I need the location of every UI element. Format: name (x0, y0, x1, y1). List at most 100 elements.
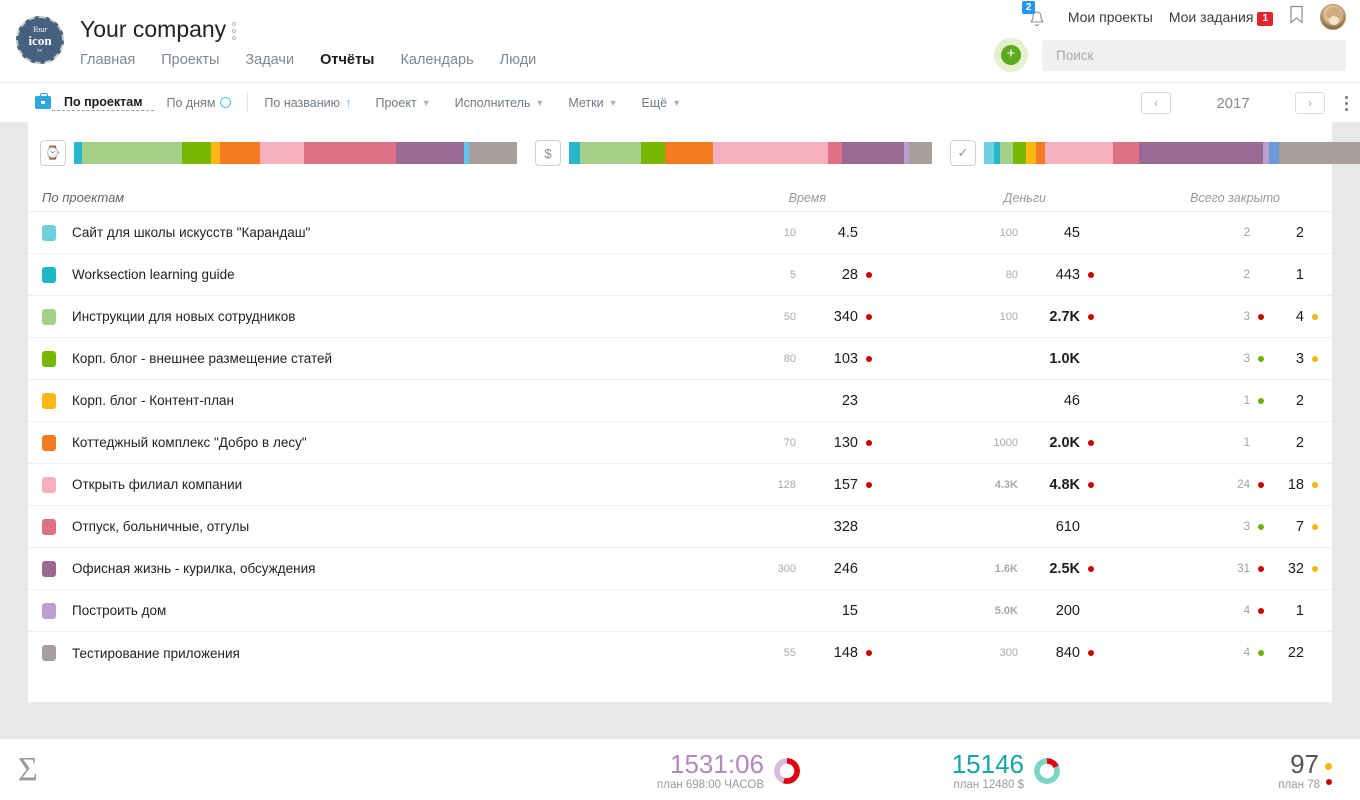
bar-segment[interactable] (641, 142, 665, 164)
add-button[interactable]: + (994, 38, 1028, 72)
filter-tags[interactable]: Метки ▼ (556, 96, 629, 110)
closed-plan: 3 (1214, 311, 1250, 323)
header-right-cluster: 2 Мои проекты Мои задания1 (1026, 4, 1346, 30)
closed-status-dot (1312, 566, 1318, 572)
closed-value: 7 (1264, 519, 1304, 535)
table-row[interactable]: Коттеджный комплекс "Добро в лесу"701301… (28, 422, 1332, 464)
project-name[interactable]: Корп. блог - внешнее размещение статей (72, 351, 672, 366)
bookmark-icon[interactable] (1289, 5, 1304, 30)
project-name[interactable]: Корп. блог - Контент-план (72, 393, 672, 408)
money-value: 200 (1018, 603, 1080, 619)
time-value: 23 (796, 393, 858, 409)
bar-segment[interactable] (74, 142, 82, 164)
bar-segment[interactable] (469, 142, 517, 164)
clock-icon[interactable]: ⌚ (40, 140, 66, 166)
table-header: По проектам Время Деньги Всего закрыто (28, 180, 1332, 212)
nav-item-4[interactable]: Календарь (400, 52, 473, 68)
cell-money: 1002.7K (872, 309, 1094, 325)
bar-segment[interactable] (260, 142, 304, 164)
bar-segment[interactable] (1279, 142, 1360, 164)
project-color-swatch (42, 351, 56, 367)
bar-segment[interactable] (828, 142, 842, 164)
bar-segment[interactable] (909, 142, 932, 164)
bar-segment[interactable] (1026, 142, 1036, 164)
nav-item-1[interactable]: Проекты (161, 52, 219, 68)
filter-more[interactable]: Ещё ▼ (630, 96, 694, 110)
project-name[interactable]: Сайт для школы искусств "Карандаш" (72, 225, 672, 240)
bar-segment[interactable] (1045, 142, 1113, 164)
my-projects-link[interactable]: Мои проекты (1068, 9, 1153, 25)
table-row[interactable]: Корп. блог - Контент-план234612 (28, 380, 1332, 422)
bar-segment[interactable] (569, 142, 580, 164)
project-name[interactable]: Инструкции для новых сотрудников (72, 309, 672, 324)
nav-item-3[interactable]: Отчёты (320, 52, 374, 68)
stat-plan-text: план 12480 $ (954, 779, 1024, 791)
bar-segment[interactable] (182, 142, 211, 164)
time-plan: 128 (716, 479, 796, 491)
bar-segment[interactable] (713, 142, 828, 164)
table-row[interactable]: Тестирование приложения55148300840422 (28, 632, 1332, 674)
bar-segment[interactable] (211, 142, 220, 164)
project-color-swatch (42, 393, 56, 409)
search-input[interactable] (1042, 40, 1346, 71)
bar-segment[interactable] (984, 142, 994, 164)
table-row[interactable]: Инструкции для новых сотрудников50340100… (28, 296, 1332, 338)
company-logo[interactable]: Your icon ✂ (16, 16, 64, 64)
bar-segment[interactable] (220, 142, 260, 164)
notifications-bell-icon[interactable]: 2 (1026, 4, 1052, 30)
table-row[interactable]: Worksection learning guide5288044321 (28, 254, 1332, 296)
company-menu-icon[interactable] (232, 22, 236, 40)
bar-segment[interactable] (1139, 142, 1263, 164)
project-name[interactable]: Открыть филиал компании (72, 477, 672, 492)
bar-segment[interactable] (1269, 142, 1279, 164)
closed-value: 4 (1264, 309, 1304, 325)
bar-segment[interactable] (1000, 142, 1013, 164)
more-options-icon[interactable] (1345, 96, 1348, 111)
check-icon[interactable]: ✓ (950, 140, 976, 166)
project-name[interactable]: Worksection learning guide (72, 267, 672, 282)
bar-strip (569, 142, 932, 164)
filter-project[interactable]: Проект ▼ (364, 96, 443, 110)
next-period-button[interactable]: › (1295, 92, 1325, 114)
tab-by-days[interactable]: По дням (154, 96, 243, 110)
table-row[interactable]: Отпуск, больничные, отгулы32861037 (28, 506, 1332, 548)
nav-item-0[interactable]: Главная (80, 52, 135, 68)
stat-plan-text: план 698:00 ЧАСОВ (657, 779, 764, 791)
bar-segment[interactable] (842, 142, 904, 164)
bar-segment[interactable] (82, 142, 182, 164)
cell-time: 128157 (672, 477, 872, 493)
table-row[interactable]: Корп. блог - внешнее размещение статей80… (28, 338, 1332, 380)
prev-period-button[interactable]: ‹ (1141, 92, 1171, 114)
sigma-icon: Σ (18, 751, 38, 789)
table-row[interactable]: Построить дом155.0K20041 (28, 590, 1332, 632)
project-name[interactable]: Коттеджный комплекс "Добро в лесу" (72, 435, 672, 450)
dollar-icon[interactable]: $ (535, 140, 561, 166)
table-row[interactable]: Сайт для школы искусств "Карандаш"104.51… (28, 212, 1332, 254)
money-plan: 1.6K (938, 563, 1018, 575)
project-name[interactable]: Тестирование приложения (72, 646, 672, 661)
bar-segment[interactable] (1036, 142, 1045, 164)
project-name[interactable]: Офисная жизнь - курилка, обсуждения (72, 561, 672, 576)
filter-assignee[interactable]: Исполнитель ▼ (443, 96, 557, 110)
time-value: 148 (796, 645, 858, 661)
bar-segment[interactable] (580, 142, 641, 164)
project-name[interactable]: Построить дом (72, 603, 672, 618)
summary-bars: ⌚ $ ✓ (28, 122, 1332, 180)
briefcase-icon[interactable] (34, 94, 52, 112)
my-tasks-link[interactable]: Мои задания1 (1169, 9, 1273, 26)
bar-segment[interactable] (396, 142, 464, 164)
bar-segment[interactable] (665, 142, 713, 164)
project-name[interactable]: Отпуск, больничные, отгулы (72, 519, 672, 534)
nav-item-2[interactable]: Задачи (245, 52, 294, 68)
tab-by-projects[interactable]: По проектам (52, 95, 154, 111)
cell-money: 46 (872, 393, 1094, 409)
filter-by-name[interactable]: По названию ↑ (252, 95, 363, 110)
table-row[interactable]: Открыть филиал компании1281574.3K4.8K241… (28, 464, 1332, 506)
user-avatar[interactable] (1320, 4, 1346, 30)
bar-segment[interactable] (1113, 142, 1139, 164)
time-value: 15 (796, 603, 858, 619)
bar-segment[interactable] (1013, 142, 1026, 164)
nav-item-5[interactable]: Люди (500, 52, 537, 68)
bar-segment[interactable] (304, 142, 396, 164)
table-row[interactable]: Офисная жизнь - курилка, обсуждения30024… (28, 548, 1332, 590)
